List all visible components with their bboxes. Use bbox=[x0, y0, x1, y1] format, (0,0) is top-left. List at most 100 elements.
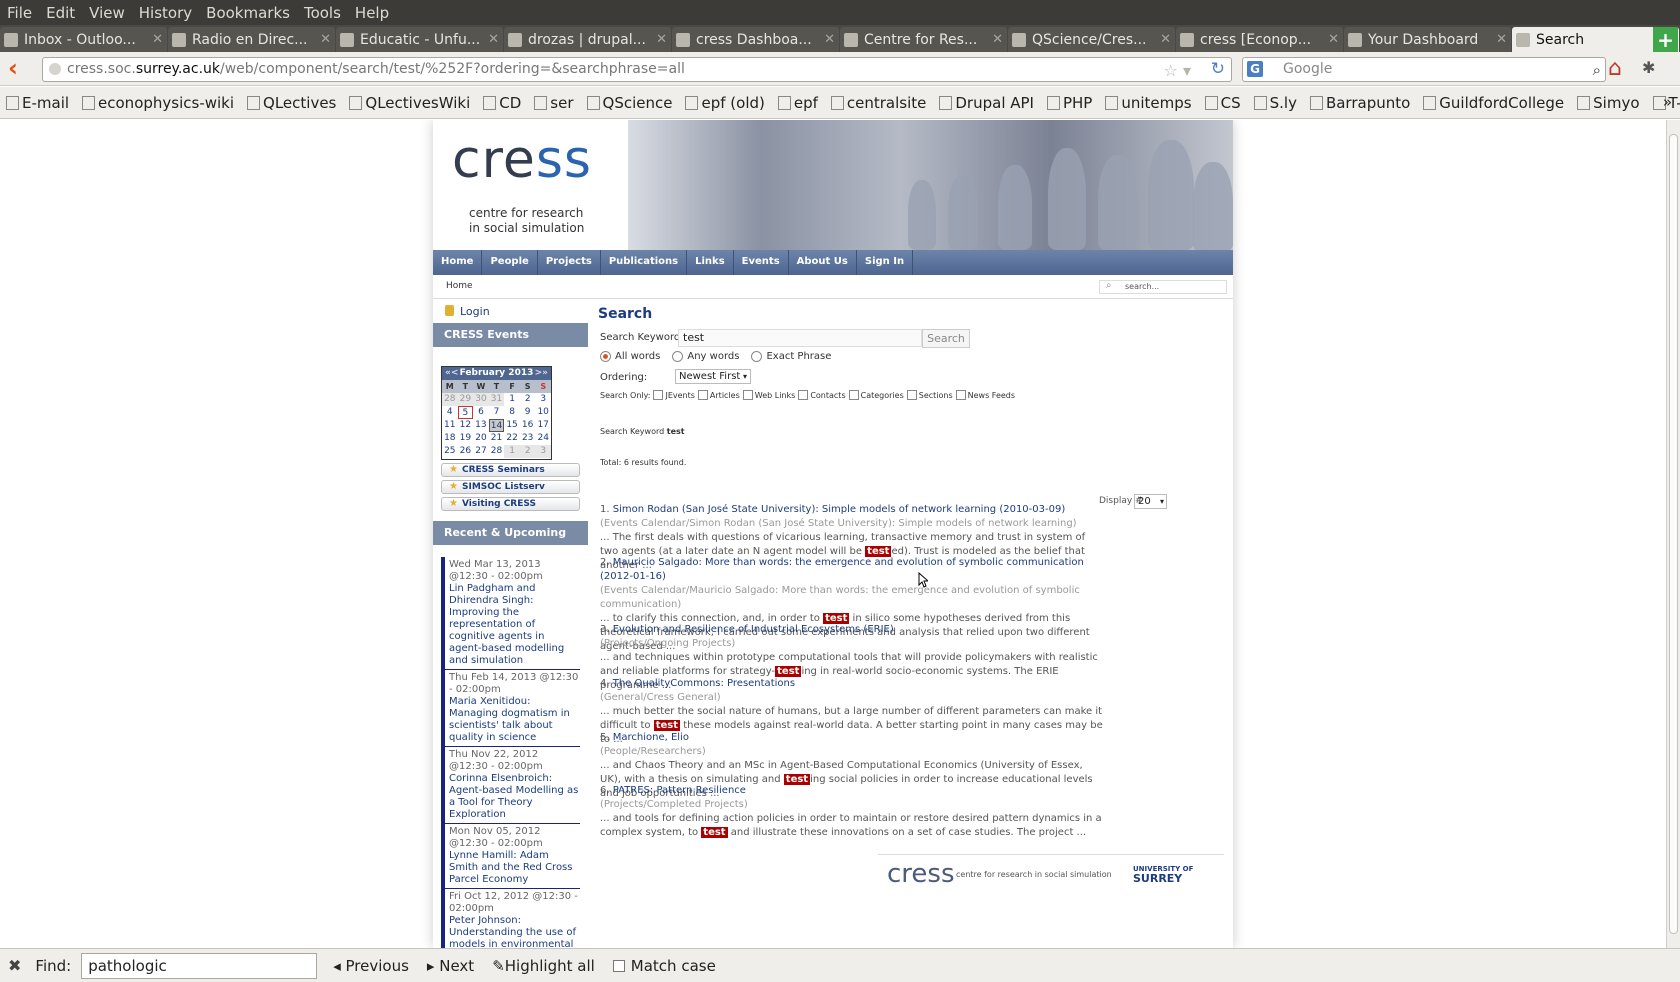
bookmark-12[interactable]: unitemps bbox=[1105, 94, 1192, 112]
bookmark-2[interactable]: QLectives bbox=[247, 94, 336, 112]
menu-edit[interactable]: Edit bbox=[39, 4, 82, 22]
calendar-day[interactable]: 14 bbox=[488, 419, 505, 432]
calendar-day[interactable]: 3 bbox=[535, 393, 551, 406]
tab-8[interactable]: Your Dashboard ✕ bbox=[1344, 27, 1511, 52]
event-title[interactable]: Lin Padgham and Dhirendra Singh: Improvi… bbox=[449, 583, 580, 667]
menu-file[interactable]: File bbox=[0, 4, 39, 22]
tab-6[interactable]: QScience/Cres... ✕ bbox=[1008, 27, 1175, 52]
bookmark-11[interactable]: PHP bbox=[1046, 94, 1092, 112]
site-search-input[interactable]: ⌕ search... bbox=[1099, 280, 1227, 294]
calendar-day[interactable]: 28 bbox=[489, 445, 505, 458]
calendar-day[interactable]: 26 bbox=[458, 445, 474, 458]
bookmark-13[interactable]: CS bbox=[1204, 94, 1241, 112]
site-identity-icon[interactable] bbox=[49, 63, 61, 75]
bookmark-6[interactable]: QScience bbox=[586, 94, 672, 112]
event-title[interactable]: Corinna Elsenbroich: Agent-based Modelli… bbox=[449, 773, 580, 821]
tab-5[interactable]: Centre for Res... ✕ bbox=[840, 27, 1007, 52]
calendar-day[interactable]: 1 bbox=[504, 445, 520, 458]
calendar-day[interactable]: 6 bbox=[473, 406, 489, 419]
result-title-link[interactable]: Marchione, Elio bbox=[613, 732, 689, 743]
sidebar-link-visiting-cress[interactable]: ★ Visiting CRESS bbox=[441, 497, 580, 511]
find-previous-button[interactable]: ◂ Previous bbox=[333, 957, 409, 975]
bookmark-0[interactable]: E-mail bbox=[6, 94, 69, 112]
match-case-checkbox[interactable]: Match case bbox=[612, 957, 716, 975]
tab-1[interactable]: Radio en Direc... ✕ bbox=[168, 27, 335, 52]
close-tab-icon[interactable]: ✕ bbox=[992, 32, 1003, 47]
checkbox-web-links[interactable] bbox=[742, 390, 753, 400]
close-tab-icon[interactable]: ✕ bbox=[824, 32, 835, 47]
url-bar[interactable]: cress.soc.surrey.ac.uk/web/component/sea… bbox=[42, 57, 1232, 82]
calendar-prev-icon[interactable]: «< bbox=[445, 367, 458, 380]
event-title[interactable]: Lynne Hamill: Adam Smith and the Red Cro… bbox=[449, 850, 580, 886]
calendar-day[interactable]: 29 bbox=[457, 393, 474, 406]
menu-bookmarks[interactable]: Bookmarks bbox=[199, 4, 297, 22]
calendar-day[interactable]: 31 bbox=[488, 393, 505, 406]
close-tab-icon[interactable]: ✕ bbox=[1160, 32, 1171, 47]
result-title-link[interactable]: PATRES: Pattern Resilience bbox=[613, 785, 746, 796]
tab-0[interactable]: Inbox - Outloo... ✕ bbox=[0, 27, 167, 52]
bookmark-9[interactable]: centralsite bbox=[830, 94, 926, 112]
web-search-input[interactable]: G Google ⌕ bbox=[1242, 57, 1606, 82]
find-next-button[interactable]: ▸ Next bbox=[427, 957, 474, 975]
calendar-day[interactable]: 3 bbox=[535, 445, 552, 458]
bookmark-1[interactable]: econophysics-wiki bbox=[82, 94, 234, 112]
calendar-day[interactable]: 7 bbox=[489, 406, 505, 419]
event-item[interactable]: Fri Oct 12, 2012 @12:30 - 02:00pm Peter J… bbox=[445, 889, 580, 948]
calendar-day[interactable]: 30 bbox=[473, 393, 489, 406]
calendar-day[interactable]: 4 bbox=[442, 406, 458, 419]
tab-2[interactable]: Educatic - Unfu... ✕ bbox=[336, 27, 503, 52]
calendar-day[interactable]: 28 bbox=[442, 393, 458, 406]
close-findbar-icon[interactable]: ✖ bbox=[8, 956, 21, 975]
checkbox-contacts[interactable] bbox=[798, 390, 809, 400]
checkbox-jevents[interactable] bbox=[653, 390, 664, 400]
nav-events[interactable]: Events bbox=[734, 250, 789, 275]
calendar-next-icon[interactable]: >» bbox=[535, 367, 548, 380]
close-tab-icon[interactable]: ✕ bbox=[152, 32, 163, 47]
radio-exact-phrase[interactable]: Exact Phrase bbox=[751, 351, 837, 362]
bookmark-16[interactable]: GuildfordCollege bbox=[1423, 94, 1564, 112]
bookmark-star-icon[interactable]: ☆ ▾ bbox=[1164, 59, 1191, 82]
nav-people[interactable]: People bbox=[482, 250, 538, 275]
calendar-day[interactable]: 17 bbox=[535, 419, 551, 432]
display-count-select[interactable]: 20 ▾ bbox=[1134, 494, 1167, 509]
calendar-day[interactable]: 5 bbox=[457, 406, 474, 419]
search-keyword-input[interactable]: test bbox=[678, 329, 922, 347]
bookmark-17[interactable]: Simyo bbox=[1577, 94, 1640, 112]
cress-logo[interactable]: cress bbox=[452, 130, 592, 190]
bookmark-10[interactable]: Drupal API bbox=[939, 94, 1034, 112]
back-icon[interactable]: ‹ bbox=[8, 56, 28, 81]
google-icon[interactable]: G bbox=[1247, 61, 1263, 77]
highlight-all-button[interactable]: ✎Highlight all bbox=[492, 957, 595, 975]
new-tab-icon[interactable]: + bbox=[1653, 27, 1678, 52]
vertical-scrollbar[interactable] bbox=[1666, 120, 1680, 948]
calendar-day[interactable]: 21 bbox=[489, 432, 505, 445]
bookmark-5[interactable]: ser bbox=[534, 94, 574, 112]
result-title-link[interactable]: Simon Rodan (San José State University):… bbox=[613, 504, 1066, 515]
calendar-day[interactable]: 15 bbox=[504, 419, 520, 432]
scrollbar-thumb[interactable] bbox=[1669, 134, 1678, 934]
checkbox-articles[interactable] bbox=[697, 390, 708, 400]
nav-home[interactable]: Home bbox=[433, 250, 483, 275]
find-input[interactable] bbox=[81, 952, 318, 979]
calendar-day[interactable]: 13 bbox=[473, 419, 489, 432]
calendar-day[interactable]: 16 bbox=[520, 419, 536, 432]
bookmark-4[interactable]: CD bbox=[483, 94, 521, 112]
search-icon[interactable]: ⌕ bbox=[1593, 59, 1601, 82]
calendar-day[interactable]: 9 bbox=[520, 406, 536, 419]
nav-projects[interactable]: Projects bbox=[538, 250, 601, 275]
tab-4[interactable]: cress Dashboa... ✕ bbox=[672, 27, 839, 52]
calendar-day[interactable]: 27 bbox=[473, 445, 489, 458]
checkbox-sections[interactable] bbox=[906, 390, 917, 400]
calendar-day[interactable]: 19 bbox=[458, 432, 474, 445]
calendar-day[interactable]: 18 bbox=[442, 432, 458, 445]
event-title[interactable]: Maria Xenitidou: Managing dogmatism in s… bbox=[449, 696, 580, 744]
nav-about-us[interactable]: About Us bbox=[789, 250, 857, 275]
home-icon[interactable]: ⌂ bbox=[1608, 56, 1622, 81]
event-item[interactable]: Thu Feb 14, 2013 @12:30 - 02:00pm Maria X… bbox=[445, 670, 580, 747]
calendar-day[interactable]: 11 bbox=[442, 419, 458, 432]
menu-history[interactable]: History bbox=[132, 4, 199, 22]
close-tab-icon[interactable]: ✕ bbox=[488, 32, 499, 47]
bookmark-14[interactable]: S.ly bbox=[1253, 94, 1297, 112]
event-item[interactable]: Mon Nov 05, 2012 @12:30 - 02:00pm Lynne H… bbox=[445, 824, 580, 889]
nav-links[interactable]: Links bbox=[687, 250, 734, 275]
